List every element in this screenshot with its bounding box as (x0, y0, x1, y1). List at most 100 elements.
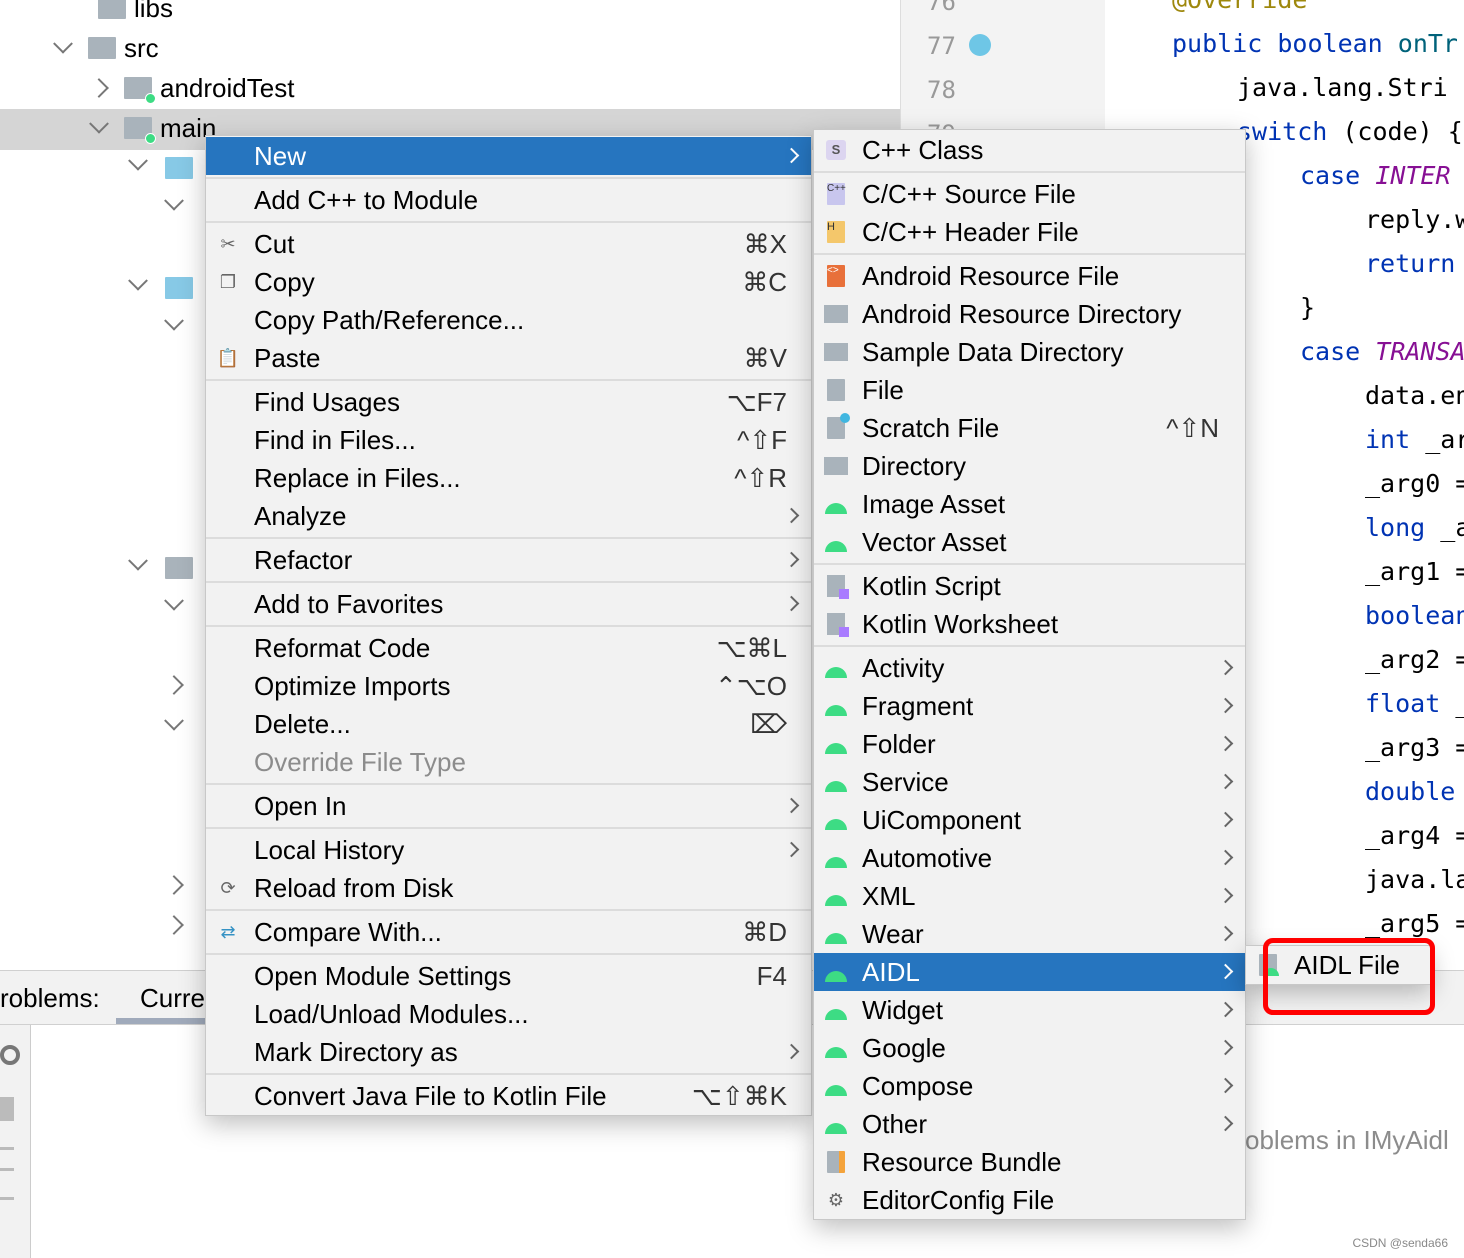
chevron-down-icon[interactable] (89, 113, 109, 134)
tab-current-file[interactable]: Curre (140, 983, 205, 1014)
shortcut-label: ⌥⌘L (716, 632, 787, 663)
new-menu-item-other[interactable]: Other (814, 1105, 1245, 1143)
code-token: _arg4 = (1365, 821, 1464, 850)
context-menu-item-local-history[interactable]: Local History (206, 831, 811, 869)
new-menu-item-android-resource-file[interactable]: <> Android Resource File (814, 257, 1245, 295)
context-menu-item-refactor[interactable]: Refactor (206, 541, 811, 579)
context-menu-item-find-usages[interactable]: Find Usages ⌥F7 (206, 383, 811, 421)
context-menu-item-add-to-favorites[interactable]: Add to Favorites (206, 585, 811, 623)
chevron-icon[interactable] (128, 270, 148, 291)
context-menu-item-cut[interactable]: ✂ Cut ⌘X (206, 225, 811, 263)
context-menu-item-convert-java-file-to-kotlin-file[interactable]: Convert Java File to Kotlin File ⌥⇧⌘K (206, 1077, 811, 1115)
context-menu-item-compare-with[interactable]: ⇄ Compare With... ⌘D (206, 913, 811, 951)
new-menu-item-kotlin-script[interactable]: Kotlin Script (814, 567, 1245, 605)
new-menu-item-sample-data-directory[interactable]: Sample Data Directory (814, 333, 1245, 371)
chevron-right-icon[interactable] (89, 78, 109, 98)
source-root-dot (145, 133, 156, 144)
tree-item[interactable]: androidTest (89, 68, 294, 108)
new-menu-item-widget[interactable]: Widget (814, 991, 1245, 1029)
shortcut-label: ^⇧R (734, 462, 787, 493)
expand-all-icon[interactable] (0, 1147, 14, 1171)
context-menu-item-analyze[interactable]: Analyze (206, 497, 811, 535)
context-menu-item-open-module-settings[interactable]: Open Module Settings F4 (206, 957, 811, 995)
new-menu-item-android-resource-directory[interactable]: Android Resource Directory (814, 295, 1245, 333)
tree-item[interactable]: src (53, 28, 159, 68)
tab-problems[interactable]: roblems: (0, 983, 100, 1014)
chevron-icon[interactable] (164, 915, 184, 935)
new-menu-item-resource-bundle[interactable]: Resource Bundle (814, 1143, 1245, 1181)
menu-item-label: Paste (254, 342, 321, 373)
context-menu-item-load-unload-modules[interactable]: Load/Unload Modules... (206, 995, 811, 1033)
new-menu-item-fragment[interactable]: Fragment (814, 687, 1245, 725)
chevron-icon[interactable] (128, 550, 148, 571)
chevron-right-icon (783, 507, 800, 524)
context-menu-item-reformat-code[interactable]: Reformat Code ⌥⌘L (206, 629, 811, 667)
folder-icon (824, 302, 848, 326)
folder-icon (88, 37, 116, 59)
context-menu-item-copy[interactable]: ❐ Copy ⌘C (206, 263, 811, 301)
context-menu-item-add-c-to-module[interactable]: Add C++ to Module (206, 181, 811, 219)
new-menu-item-compose[interactable]: Compose (814, 1067, 1245, 1105)
new-menu-item-c-class[interactable]: S C++ Class (814, 131, 1245, 169)
new-menu-item-google[interactable]: Google (814, 1029, 1245, 1067)
context-menu: New Add C++ to Module ✂ Cut ⌘X ❐ Copy ⌘C Copy Pa… (205, 135, 812, 1116)
new-menu-item-kotlin-worksheet[interactable]: Kotlin Worksheet (814, 605, 1245, 643)
new-menu-item-image-asset[interactable]: Image Asset (814, 485, 1245, 523)
new-menu-item-xml[interactable]: XML (814, 877, 1245, 915)
new-menu-item-aidl[interactable]: AIDL (814, 953, 1245, 991)
chevron-icon[interactable] (164, 875, 184, 895)
menu-item-label: Cut (254, 228, 295, 259)
chevron-down-icon[interactable] (53, 33, 73, 54)
chevron-icon[interactable] (164, 190, 184, 211)
chevron-icon[interactable] (164, 675, 184, 695)
new-menu-item-uicomponent[interactable]: UiComponent (814, 801, 1245, 839)
context-menu-item-reload-from-disk[interactable]: ⟳ Reload from Disk (206, 869, 811, 907)
new-menu-item-file[interactable]: File (814, 371, 1245, 409)
new-menu-item-folder[interactable]: Folder (814, 725, 1245, 763)
gear-icon: ⚙ (827, 1189, 845, 1210)
code-token: _a (1440, 513, 1464, 542)
context-menu-item-replace-in-files[interactable]: Replace in Files... ^⇧R (206, 459, 811, 497)
context-menu-item-paste[interactable]: 📋 Paste ⌘V (206, 339, 811, 377)
new-menu-item-c-c-header-file[interactable]: H C/C++ Header File (814, 213, 1245, 251)
context-menu-item-delete[interactable]: Delete... ⌦ (206, 705, 811, 743)
shortcut-label: ⌥F7 (726, 386, 787, 417)
tree-item[interactable]: libs (66, 0, 173, 28)
collapse-all-icon[interactable] (0, 1197, 14, 1221)
tree-item[interactable]: main (89, 108, 216, 148)
code-line: java.la (1365, 858, 1464, 902)
new-menu-item-activity[interactable]: Activity (814, 649, 1245, 687)
new-menu-item-directory[interactable]: Directory (814, 447, 1245, 485)
menu-item-label: Local History (254, 834, 405, 865)
code-token: _arg5 = (1365, 909, 1464, 938)
new-menu-item-editorconfig-file[interactable]: ⚙ EditorConfig File (814, 1181, 1245, 1219)
chevron-right-icon (1217, 925, 1234, 942)
chevron-right-icon (783, 797, 800, 814)
new-menu-item-wear[interactable]: Wear (814, 915, 1245, 953)
code-token: boolean (1365, 601, 1464, 630)
context-menu-item-new[interactable]: New (206, 137, 811, 175)
code-line: case INTER (1300, 154, 1451, 198)
menu-item-label: Analyze (254, 500, 347, 531)
context-menu-item-open-in[interactable]: Open In (206, 787, 811, 825)
override-marker-icon[interactable] (969, 34, 991, 56)
chevron-icon[interactable] (164, 590, 184, 611)
chevron-icon[interactable] (164, 710, 184, 731)
panel-icon[interactable] (0, 1097, 14, 1121)
line-number: 77 (927, 32, 956, 60)
chevron-icon[interactable] (164, 310, 184, 331)
new-menu-item-automotive[interactable]: Automotive (814, 839, 1245, 877)
new-menu-item-service[interactable]: Service (814, 763, 1245, 801)
code-line: float _ (1365, 682, 1464, 726)
eye-icon[interactable] (0, 1045, 20, 1065)
context-menu-item-optimize-imports[interactable]: Optimize Imports ⌃⌥O (206, 667, 811, 705)
new-menu-item-vector-asset[interactable]: Vector Asset (814, 523, 1245, 561)
context-menu-item-mark-directory-as[interactable]: Mark Directory as (206, 1033, 811, 1071)
context-menu-item-copy-path-reference[interactable]: Copy Path/Reference... (206, 301, 811, 339)
context-menu-item-find-in-files[interactable]: Find in Files... ^⇧F (206, 421, 811, 459)
chevron-right-icon (783, 147, 800, 164)
chevron-icon[interactable] (128, 150, 148, 171)
new-menu-item-scratch-file[interactable]: Scratch File ^⇧N (814, 409, 1245, 447)
menu-item-label: EditorConfig File (862, 1184, 1055, 1215)
new-menu-item-c-c-source-file[interactable]: C++ C/C++ Source File (814, 175, 1245, 213)
